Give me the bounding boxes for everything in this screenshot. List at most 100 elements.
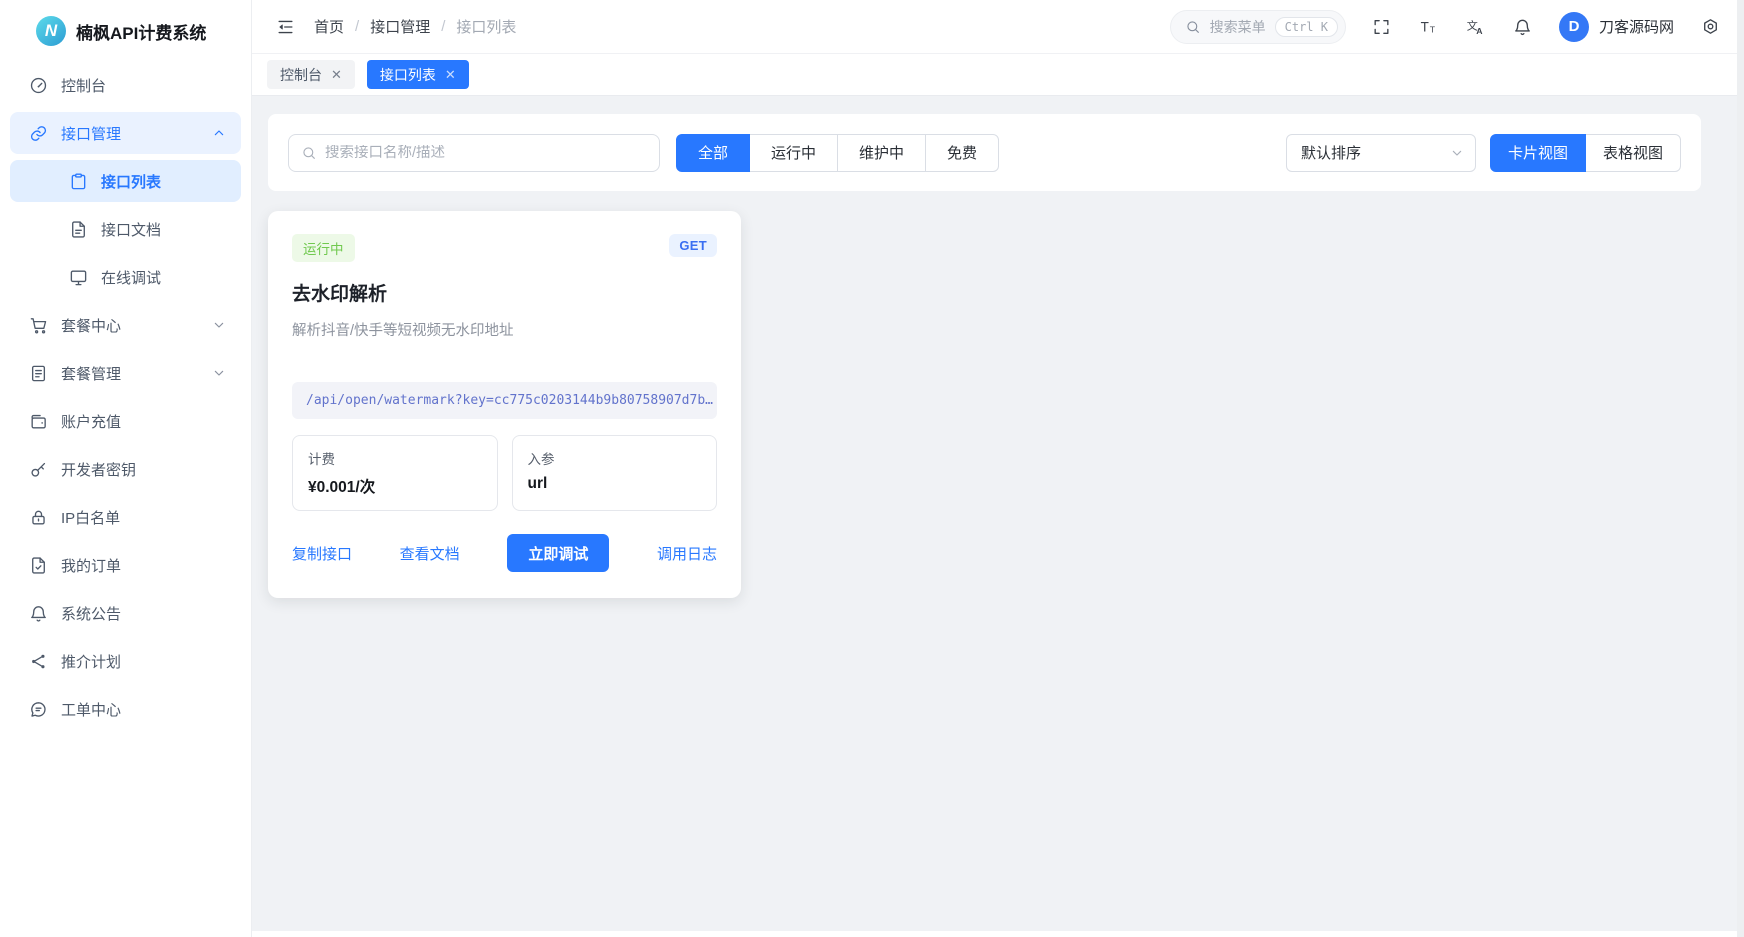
main-content: 全部 运行中 维护中 免费 默认排序 卡片视图 表格视图 运行中 GET 去水印…: [252, 96, 1737, 931]
stat-box: 入参 url: [512, 435, 718, 511]
user-menu[interactable]: D 刀客源码网: [1559, 12, 1674, 42]
settings-button[interactable]: [1699, 16, 1721, 38]
sidebar-item-label: 接口管理: [61, 123, 121, 144]
sidebar-item-api-list[interactable]: 接口列表: [10, 160, 241, 202]
filter-button-维护中[interactable]: 维护中: [837, 134, 926, 172]
filter-button-免费[interactable]: 免费: [925, 134, 999, 172]
view-docs-link[interactable]: 查看文档: [400, 543, 460, 564]
topbar-right: 搜索菜单 Ctrl K TT 文A D 刀客源码网: [1170, 10, 1721, 44]
font-size-button[interactable]: TT: [1418, 16, 1440, 38]
view-button-卡片视图[interactable]: 卡片视图: [1490, 134, 1586, 172]
search-icon: [1185, 19, 1201, 35]
sidebar-item-label: 套餐管理: [61, 363, 121, 384]
breadcrumb: 首页/接口管理/接口列表: [314, 16, 516, 37]
sidebar-collapse-button[interactable]: [274, 16, 296, 38]
sidebar-item-ip-whitelist[interactable]: IP白名单: [10, 496, 241, 538]
wallet-icon: [29, 412, 48, 431]
page-scrollbar[interactable]: [1737, 0, 1744, 937]
copy-api-link[interactable]: 复制接口: [292, 543, 352, 564]
svg-text:T: T: [1421, 19, 1429, 34]
tab-接口列表[interactable]: 接口列表 ✕: [367, 60, 469, 89]
tab-控制台[interactable]: 控制台 ✕: [267, 60, 355, 89]
sidebar-item-label: 账户充值: [61, 411, 121, 432]
sidebar-item-label: IP白名单: [61, 507, 120, 528]
sidebar: N 楠枫API计费系统 控制台 接口管理 接口列表 接口文档 在线调试 套餐中心…: [0, 0, 252, 937]
sidebar-item-dashboard[interactable]: 控制台: [10, 64, 241, 106]
sidebar-item-label: 工单中心: [61, 699, 121, 720]
bell-icon: [29, 604, 48, 623]
notification-button[interactable]: [1512, 16, 1534, 38]
key-icon: [29, 460, 48, 479]
sidebar-item-package-management[interactable]: 套餐管理: [10, 352, 241, 394]
lock-icon: [29, 508, 48, 527]
fullscreen-button[interactable]: [1371, 16, 1393, 38]
menu-search[interactable]: 搜索菜单 Ctrl K: [1170, 10, 1346, 44]
breadcrumb-item[interactable]: 首页: [314, 16, 344, 37]
notification-icon: [1513, 17, 1532, 36]
tabbar: 控制台 ✕ 接口列表 ✕: [252, 54, 1737, 96]
api-description: 解析抖音/快手等短视频无水印地址: [292, 319, 717, 340]
sidebar-item-my-orders[interactable]: 我的订单: [10, 544, 241, 586]
sidebar-item-api-docs[interactable]: 接口文档: [10, 208, 241, 250]
api-stats: 计费 ¥0.001/次 入参 url: [292, 435, 717, 511]
sidebar-item-label: 控制台: [61, 75, 106, 96]
filter-button-运行中[interactable]: 运行中: [749, 134, 838, 172]
stat-value: ¥0.001/次: [308, 475, 482, 497]
sidebar-item-label: 系统公告: [61, 603, 121, 624]
topbar: 首页/接口管理/接口列表 搜索菜单 Ctrl K TT 文A D 刀客源码网: [252, 0, 1737, 54]
sort-select-value: 默认排序: [1301, 142, 1361, 163]
link-icon: [29, 124, 48, 143]
sidebar-item-announcements[interactable]: 系统公告: [10, 592, 241, 634]
menu-search-placeholder: 搜索菜单: [1210, 17, 1266, 37]
svg-text:T: T: [1430, 25, 1436, 35]
chat-icon: [29, 700, 48, 719]
sidebar-item-online-debug[interactable]: 在线调试: [10, 256, 241, 298]
api-search-input[interactable]: [325, 145, 647, 161]
menu-search-shortcut: Ctrl K: [1275, 17, 1338, 37]
fullscreen-icon: [1372, 17, 1391, 36]
toolbar-right: 默认排序 卡片视图 表格视图: [1286, 134, 1681, 172]
debug-now-button[interactable]: 立即调试: [507, 534, 609, 572]
username: 刀客源码网: [1599, 16, 1674, 37]
app-root: N 楠枫API计费系统 控制台 接口管理 接口列表 接口文档 在线调试 套餐中心…: [0, 0, 1744, 937]
api-search-box[interactable]: [288, 134, 660, 172]
chevron-down-icon: [211, 317, 227, 333]
view-button-表格视图[interactable]: 表格视图: [1585, 134, 1681, 172]
sidebar-item-label: 开发者密钥: [61, 459, 136, 480]
sidebar-nav: 控制台 接口管理 接口列表 接口文档 在线调试 套餐中心 套餐管理 账户充值 开: [10, 64, 241, 730]
filter-button-全部[interactable]: 全部: [676, 134, 750, 172]
translate-button[interactable]: 文A: [1465, 16, 1487, 38]
breadcrumb-item[interactable]: 接口管理: [370, 16, 430, 37]
cart-icon: [29, 316, 48, 335]
avatar: D: [1559, 12, 1589, 42]
sidebar-item-account-recharge[interactable]: 账户充值: [10, 400, 241, 442]
translate-icon: 文A: [1466, 17, 1485, 36]
api-card-header: 运行中 GET: [292, 234, 717, 262]
call-logs-link[interactable]: 调用日志: [657, 543, 717, 564]
main-column: 首页/接口管理/接口列表 搜索菜单 Ctrl K TT 文A D 刀客源码网: [252, 0, 1737, 937]
bottom-strip: [252, 931, 1737, 937]
api-endpoint[interactable]: /api/open/watermark?key=cc775c0203144b9b…: [292, 382, 717, 419]
stat-label: 入参: [528, 448, 702, 468]
api-toolbar: 全部 运行中 维护中 免费 默认排序 卡片视图 表格视图: [268, 114, 1701, 191]
tab-label: 控制台: [280, 65, 322, 85]
breadcrumb-separator: /: [355, 18, 359, 35]
sidebar-item-ticket-center[interactable]: 工单中心: [10, 688, 241, 730]
sidebar-item-developer-keys[interactable]: 开发者密钥: [10, 448, 241, 490]
stat-value: url: [528, 475, 702, 493]
api-card: 运行中 GET 去水印解析 解析抖音/快手等短视频无水印地址 /api/open…: [268, 211, 741, 598]
status-filter-group: 全部 运行中 维护中 免费: [676, 134, 999, 172]
sidebar-item-referral-plan[interactable]: 推介计划: [10, 640, 241, 682]
file-list-icon: [29, 364, 48, 383]
close-icon[interactable]: ✕: [445, 68, 456, 81]
menu-collapse-icon: [276, 17, 295, 36]
close-icon[interactable]: ✕: [331, 68, 342, 81]
sidebar-item-package-center[interactable]: 套餐中心: [10, 304, 241, 346]
sidebar-item-api-management[interactable]: 接口管理: [10, 112, 241, 154]
gear-icon: [1701, 17, 1720, 36]
sort-select[interactable]: 默认排序: [1286, 134, 1476, 172]
monitor-icon: [69, 268, 88, 287]
app-logo-icon: N: [36, 16, 66, 46]
font-size-icon: TT: [1419, 17, 1438, 36]
api-title: 去水印解析: [292, 279, 717, 306]
